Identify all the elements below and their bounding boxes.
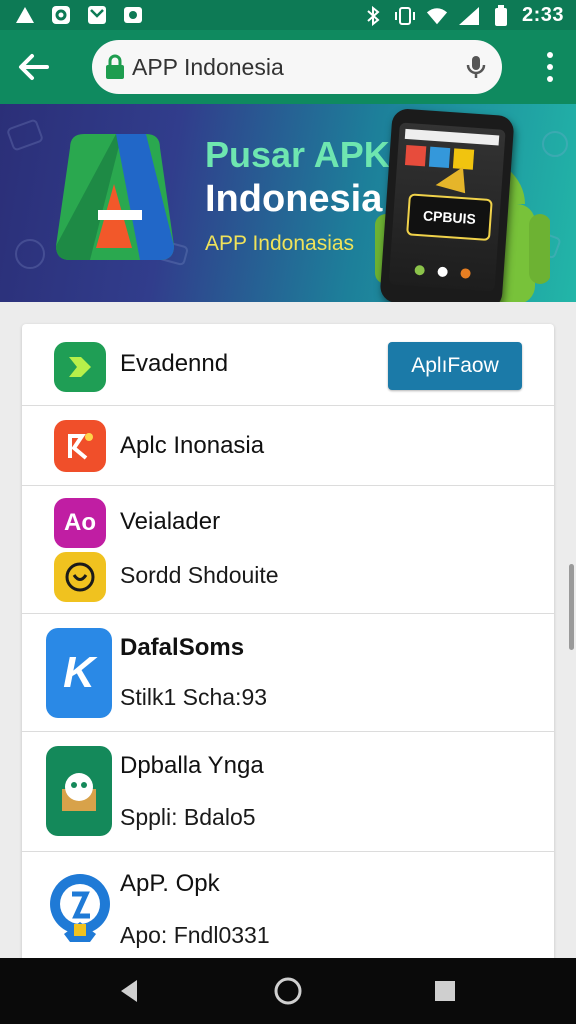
- bluetooth-icon: [362, 5, 384, 27]
- app-subtitle: Stilk1 Scha:93: [120, 684, 268, 710]
- app-title: DafalSoms: [120, 634, 245, 661]
- home-nav-button[interactable]: [273, 976, 303, 1006]
- dot: [547, 76, 553, 82]
- app-robot-icon: [46, 746, 112, 836]
- pusar-logo-icon: [56, 134, 174, 260]
- banner-title-secondary: Indonesia: [205, 178, 383, 220]
- warning-icon: [14, 4, 36, 26]
- app-title: Aplc Inonasia: [120, 432, 265, 459]
- scrollbar[interactable]: [569, 564, 574, 650]
- status-left-icons: [14, 4, 144, 26]
- url-field[interactable]: APP Indonesia: [92, 40, 502, 94]
- promo-banner[interactable]: Pusar APK Indonesia APP Indonasias CPBUI…: [0, 104, 576, 302]
- list-item[interactable]: ApP. Opk Apo: Fndl0331: [22, 852, 554, 964]
- dot: [547, 64, 553, 70]
- list-item[interactable]: Aplc Inonasia: [22, 406, 554, 486]
- list-item[interactable]: Dpballa Ynga Sppli: Bdalo5: [22, 732, 554, 852]
- dot: [547, 52, 553, 58]
- list-item[interactable]: Evadennd AplıFaow: [22, 324, 554, 406]
- vibrate-icon: [394, 5, 416, 27]
- back-nav-icon: [121, 980, 137, 1002]
- phone-screen: CPBUIS: [388, 122, 506, 292]
- wifi-icon: [426, 5, 448, 27]
- home-nav-icon: [274, 977, 302, 1005]
- camera-icon: [122, 4, 144, 26]
- arrow-left-icon: [19, 54, 49, 80]
- install-button[interactable]: AplıFaow: [388, 342, 522, 390]
- banner-subtitle: APP Indonasias: [205, 232, 355, 255]
- status-bar: 2:33: [0, 0, 576, 30]
- message-icon: [86, 4, 108, 26]
- back-nav-button[interactable]: [114, 976, 144, 1006]
- phone-mockup: CPBUIS: [379, 107, 515, 302]
- system-nav-bar: [0, 958, 576, 1024]
- app-glyph-icon: [69, 357, 91, 377]
- app-title: Evadennd: [120, 350, 229, 377]
- app-green-icon: [54, 342, 106, 392]
- status-time: 2:33: [521, 4, 564, 26]
- app-list: Evadennd AplıFaow Aplc Inonasia Ao Veial…: [22, 324, 554, 964]
- mic-icon[interactable]: [464, 54, 488, 80]
- app-title: Dpballa Ynga: [120, 752, 264, 779]
- app-yellow-chat-icon: [54, 552, 106, 602]
- app-orange-icon: [54, 420, 106, 472]
- recents-nav-icon: [435, 981, 455, 1001]
- url-text: APP Indonesia: [132, 53, 284, 80]
- app-glyph-icon: [68, 433, 93, 460]
- recents-nav-button[interactable]: [430, 976, 460, 1006]
- app-title: ApP. Opk: [120, 870, 220, 897]
- app-blue-circle-icon: [46, 868, 114, 948]
- list-item[interactable]: Ao Veialader Sordd Shdouite: [22, 486, 554, 614]
- app-glyph-icon: [50, 874, 110, 942]
- list-item[interactable]: K DafalSoms Stilk1 Scha:93: [22, 614, 554, 732]
- robot-face-icon: [62, 773, 96, 811]
- banner-title: Pusar APK: [205, 134, 390, 175]
- signal-icon: [458, 5, 480, 27]
- browser-toolbar: APP Indonesia: [0, 30, 576, 104]
- back-button[interactable]: [14, 48, 52, 86]
- phone-badge: CPBUIS: [406, 193, 493, 242]
- lock-icon: [106, 54, 124, 79]
- status-right-icons: 2:33: [362, 4, 564, 27]
- app-notification-icon: [50, 4, 72, 26]
- app-subtitle: Apo: Fndl0331: [120, 922, 270, 948]
- overflow-menu-button[interactable]: [542, 52, 558, 82]
- app-blue-icon: K: [46, 628, 112, 718]
- chat-bubble-icon: [65, 562, 95, 592]
- app-title: Veialader: [120, 508, 221, 535]
- app-subtitle: Sppli: Bdalo5: [120, 804, 256, 830]
- battery-icon: [490, 4, 512, 27]
- app-subtitle: Sordd Shdouite: [120, 562, 279, 588]
- app-magenta-icon: Ao: [54, 498, 106, 548]
